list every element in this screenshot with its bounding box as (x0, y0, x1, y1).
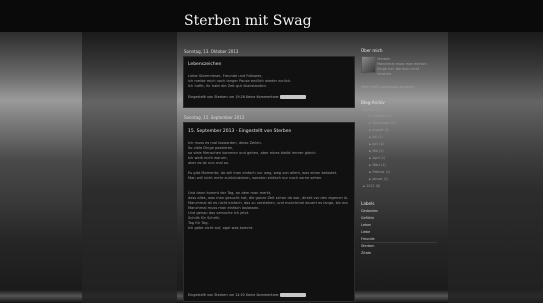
profile-desc: Dinge tun, die man nicht (377, 67, 420, 71)
archive-item[interactable]: ► Oktober (1) (369, 114, 391, 118)
profile-link[interactable]: Mein Profil vollständig anzeigen (361, 85, 415, 89)
profile-name[interactable]: Sterben (377, 57, 390, 61)
post-line: Ich muss es mal loswerden, diese Zeilen. (188, 141, 262, 145)
profile-heading: Über mich (361, 48, 383, 53)
post-line: Es gibt Momente, da will man einfach nur… (188, 171, 338, 175)
post-line: Manchmal muss man einfach loslassen. (188, 206, 260, 210)
archive-item[interactable]: ► Juli (1) (369, 135, 383, 139)
post-title[interactable]: 15. September 2013 - Eingestellt von Ste… (188, 129, 291, 134)
post-line: Tag für Tag. (188, 221, 209, 225)
archive-item[interactable]: ► August (1) (369, 128, 389, 132)
post-line: Liebe Stammleser, Freunde und Follower, (188, 74, 263, 78)
post-line: Ich gebe nicht auf, egal was kommt. (188, 226, 254, 230)
background-strip-left (82, 28, 177, 303)
archive-item[interactable]: ► Mai (1) (369, 149, 384, 153)
label-underline (361, 242, 437, 243)
post-1: Lebenszeichen Liebe Stammleser, Freunde … (183, 56, 355, 108)
profile-desc: Manchmal muss man einfach (377, 62, 427, 66)
label-item[interactable]: Zitate (361, 251, 371, 255)
archive-item[interactable]: ► Februar (1) (369, 170, 390, 174)
share-buttons[interactable] (280, 293, 306, 297)
post-line: Ich weiß nicht warum, (188, 156, 228, 160)
post-line: Ich hoffe, ihr habt die Zeit gut übersta… (188, 84, 267, 88)
archive-item[interactable]: ► April (1) (369, 156, 385, 160)
post-line: Schritt für Schritt. (188, 216, 221, 220)
archive-heading: Blog-Archiv (361, 100, 385, 105)
archive-item[interactable]: ► Januar (1) (369, 177, 388, 181)
post-line: Man will nicht mehr zurückdenken, sonder… (188, 176, 323, 180)
post-2: 15. September 2013 - Eingestellt von Ste… (183, 122, 355, 302)
post-line: so viele Menschen kommen und gehen, aber… (188, 151, 317, 155)
post-footer[interactable]: Eingestellt von Sterben um 19:26 Keine K… (188, 95, 279, 99)
post-line: Manchmal ist es nicht einfach, das zu ve… (188, 201, 348, 205)
post-line: So viele Dinge passieren, (188, 146, 234, 150)
archive-item[interactable]: ► 2012 (8) (363, 184, 380, 188)
post-line: ich melde mich nach langer Pause endlich… (188, 79, 292, 83)
label-item[interactable]: Gefühle (361, 216, 374, 220)
label-item[interactable]: Liebe (361, 230, 370, 234)
profile-desc: versteht. (377, 72, 393, 76)
avatar[interactable] (361, 56, 376, 73)
post-line: dass alles, was man gesucht hat, die gan… (188, 196, 348, 200)
background-strip-right (448, 28, 543, 303)
archive-item[interactable]: ► Juni (2) (369, 142, 384, 146)
share-buttons[interactable] (280, 95, 306, 99)
labels-heading: Labels (361, 201, 375, 206)
label-item[interactable]: Leben (361, 223, 371, 227)
archive-item[interactable]: ► September (2) (369, 121, 396, 125)
label-item[interactable]: Sterben (361, 244, 374, 248)
label-item[interactable]: Freunde (361, 237, 375, 241)
archive-item[interactable]: ▼ 2013 (12) (363, 108, 382, 112)
post-line: Und dann kommt der Tag, an dem man merkt… (188, 191, 272, 195)
post-title[interactable]: Lebenszeichen (188, 62, 221, 67)
post-date: Sonntag, 13. Oktober 2013 (184, 49, 239, 54)
post-footer[interactable]: Eingestellt von Sterben um 14:52 Keine K… (188, 293, 279, 297)
label-item[interactable]: Gedanken (361, 209, 378, 213)
archive-item[interactable]: ► März (1) (369, 163, 386, 167)
post-line: aber es ist nun mal so. (188, 161, 229, 165)
post-line: Und genau das versuche ich jetzt. (188, 211, 250, 215)
blog-title[interactable]: Sterben mit Swag (184, 13, 312, 29)
post-date: Sonntag, 15. September 2013 (184, 115, 245, 120)
